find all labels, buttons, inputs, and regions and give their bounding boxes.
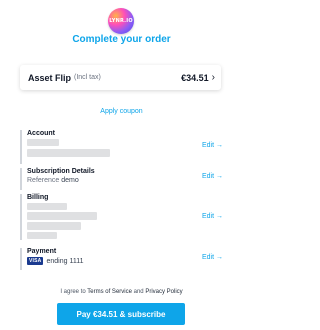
redacted-text (27, 139, 59, 146)
page-title: Complete your order (72, 34, 171, 45)
redacted-text (27, 222, 81, 230)
pay-and-subscribe-button[interactable]: Pay €34.51 & subscribe (57, 303, 185, 325)
card-ending-text: ending 1111 (46, 257, 84, 265)
terms-prefix: I agree to (60, 289, 86, 295)
visa-card-icon: VISA (27, 257, 44, 265)
brand-logo: LYNR.IO (108, 8, 134, 34)
terms-agreement: I agree to Terms of Service and Privacy … (0, 289, 243, 295)
account-section: Account Edit → (20, 130, 223, 164)
reference-label: Reference (27, 177, 60, 184)
edit-account-button[interactable]: Edit → (202, 142, 223, 149)
reference-value: demo (61, 177, 79, 184)
terms-and: and (133, 289, 144, 295)
product-summary-card[interactable]: Asset Flip (Incl tax) €34.51 › (20, 65, 221, 90)
brand-logo-text: LYNR.IO (109, 18, 133, 24)
edit-subscription-button[interactable]: Edit → (202, 173, 223, 180)
redacted-text (27, 212, 97, 220)
privacy-policy-link[interactable]: Privacy Policy (145, 289, 182, 295)
edit-payment-button[interactable]: Edit → (202, 254, 223, 261)
product-name: Asset Flip (28, 72, 72, 83)
checkout-page: LYNR.IO Complete your order Asset Flip (… (0, 0, 243, 330)
subscription-label: Subscription Details (27, 168, 95, 175)
subscription-reference: Reference demo (27, 177, 79, 184)
payment-method: VISA ending 1111 (27, 257, 83, 265)
product-price: €34.51 (181, 72, 209, 83)
billing-label: Billing (27, 194, 49, 201)
terms-of-service-link[interactable]: Terms of Service (87, 289, 132, 295)
product-tax-note: (Incl tax) (74, 74, 101, 81)
redacted-text (27, 232, 57, 239)
edit-billing-button[interactable]: Edit → (202, 213, 223, 220)
chevron-right-icon[interactable]: › (212, 72, 215, 83)
payment-label: Payment (27, 248, 57, 255)
account-label: Account (27, 130, 55, 137)
payment-section: Payment Edit → VISA ending 1111 (20, 248, 223, 270)
redacted-text (27, 203, 67, 210)
apply-coupon-link[interactable]: Apply coupon (0, 108, 243, 115)
subscription-section: Subscription Details Edit → Reference de… (20, 168, 223, 190)
redacted-text (27, 149, 110, 157)
billing-section: Billing Edit → (20, 194, 223, 240)
